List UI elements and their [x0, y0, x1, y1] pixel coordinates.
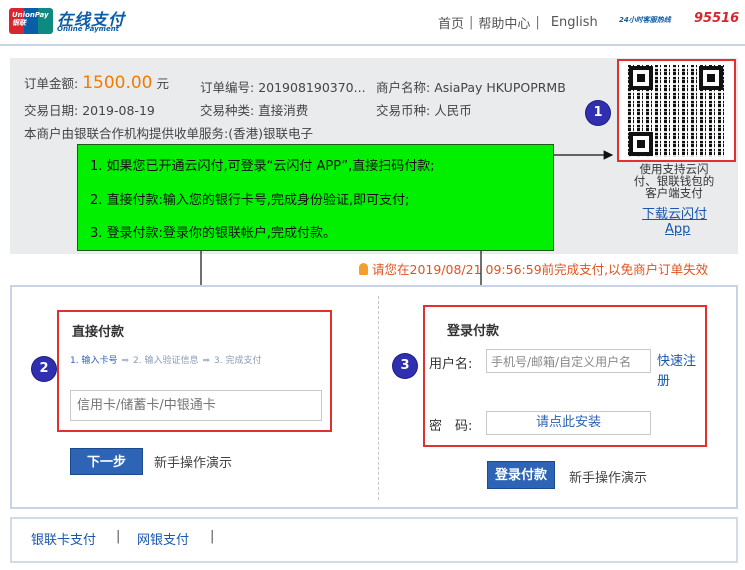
- trade-currency-label: 交易币种:: [376, 103, 431, 118]
- trade-currency-value: 人民币: [434, 103, 472, 118]
- order-amount-label: 订单金额:: [24, 76, 79, 91]
- quick-register-link[interactable]: 快速注册: [657, 352, 703, 392]
- download-app-link-app[interactable]: App: [665, 222, 690, 237]
- login-pay-title: 登录付款: [447, 324, 500, 339]
- direct-pay-title: 直接付款: [72, 325, 125, 340]
- direct-pay-demo-link[interactable]: 新手操作演示: [154, 452, 232, 471]
- trade-type: 交易种类: 直接消费: [200, 100, 308, 119]
- badge-1: 1: [586, 101, 610, 125]
- bottom-separator: |: [210, 529, 215, 544]
- unionpay-logo: UnionPay 银联: [9, 8, 53, 34]
- online-banking-pay-link[interactable]: 网银支付: [137, 529, 189, 548]
- qr-finder-pattern: [629, 66, 653, 90]
- password-plugin-install-field[interactable]: 请点此安装: [486, 411, 651, 435]
- direct-pay-steps: 1. 输入卡号 ➡ 2. 输入验证信息 ➡ 3. 完成支付: [70, 353, 261, 366]
- qr-finder-pattern: [699, 66, 723, 90]
- step-1: 1. 输入卡号: [70, 356, 118, 366]
- order-amount: 订单金额: 1500.00 元: [24, 73, 169, 93]
- qr-code-annotation-box: [617, 59, 736, 162]
- order-amount-unit: 元: [156, 76, 170, 91]
- panel-divider: [378, 296, 379, 500]
- bottom-separator: |: [116, 529, 121, 544]
- trade-currency: 交易币种: 人民币: [376, 100, 472, 119]
- login-pay-button[interactable]: 登录付款: [487, 461, 555, 489]
- trade-type-value: 直接消费: [258, 103, 309, 118]
- merchant-name-value: AsiaPay HKUPOPRMB: [434, 80, 566, 95]
- nav-separator: |: [535, 15, 540, 30]
- instruction-line: 1. 如果您已开通云闪付,可登录“云闪付 APP”,直接扫码付款;: [90, 159, 435, 174]
- order-number: 订单编号: 201908190370...: [200, 77, 366, 96]
- qr-caption: 使用支持云闪付、银联钱包的客户端支付: [633, 162, 715, 200]
- next-step-button[interactable]: 下一步: [70, 448, 143, 475]
- instruction-line: 2. 直接付款:输入您的银行卡号,完成身份验证,即可支付;: [90, 193, 410, 208]
- order-number-label: 订单编号:: [200, 80, 255, 95]
- hotline-number: 95516: [694, 11, 740, 26]
- notice-text: 请您在2019/08/21 09:56:59前完成支付,以免商户订单失效: [372, 262, 709, 277]
- card-number-input[interactable]: [70, 390, 322, 421]
- hotline-label: 24小时客服热线: [619, 16, 671, 24]
- step-2: 2. 输入验证信息: [133, 356, 199, 366]
- order-amount-value: 1500.00: [82, 73, 153, 93]
- top-nav: 首页 | 帮助中心 | English: [438, 13, 598, 32]
- nav-english-link[interactable]: English: [551, 15, 598, 30]
- merchant-name: 商户名称: AsiaPay HKUPOPRMB: [376, 77, 566, 96]
- nav-home-link[interactable]: 首页: [438, 13, 464, 32]
- login-pay-demo-link[interactable]: 新手操作演示: [569, 467, 647, 486]
- payment-deadline-notice: 请您在2019/08/21 09:56:59前完成支付,以免商户订单失效: [359, 259, 708, 278]
- brand-subtitle: Online Payment: [57, 25, 120, 33]
- lightbulb-icon: [359, 263, 368, 275]
- nav-separator: |: [469, 15, 474, 30]
- instruction-line: 3. 登录付款:登录你的银联帐户,完成付款。: [90, 226, 337, 241]
- header: UnionPay 银联 在线支付 Online Payment 首页 | 帮助中…: [0, 0, 745, 46]
- trade-date-value: 2019-08-19: [82, 103, 155, 118]
- username-input[interactable]: 手机号/邮箱/自定义用户名: [486, 349, 651, 373]
- merchant-name-label: 商户名称:: [376, 80, 431, 95]
- password-label: 密 码:: [429, 419, 473, 434]
- arrow-right-icon: ➡: [202, 356, 210, 366]
- trade-type-label: 交易种类:: [200, 103, 255, 118]
- trade-date-label: 交易日期:: [24, 103, 79, 118]
- instruction-annotation-box: 1. 如果您已开通云闪付,可登录“云闪付 APP”,直接扫码付款; 2. 直接付…: [77, 144, 554, 251]
- step-3: 3. 完成支付: [214, 356, 262, 366]
- badge-2: 2: [32, 357, 56, 381]
- username-label: 用户名:: [429, 357, 473, 372]
- order-number-value: 201908190370...: [258, 80, 366, 95]
- download-app-link[interactable]: 下载云闪付: [642, 203, 707, 222]
- trade-date: 交易日期: 2019-08-19: [24, 100, 155, 119]
- qr-finder-pattern: [629, 132, 653, 156]
- acquirer-note: 本商户由银联合作机构提供收单服务:(香港)银联电子: [24, 126, 313, 141]
- unionpay-card-pay-link[interactable]: 银联卡支付: [31, 529, 96, 548]
- badge-3: 3: [393, 354, 417, 378]
- arrow-right-icon: ➡: [121, 356, 129, 366]
- nav-help-link[interactable]: 帮助中心: [478, 13, 530, 32]
